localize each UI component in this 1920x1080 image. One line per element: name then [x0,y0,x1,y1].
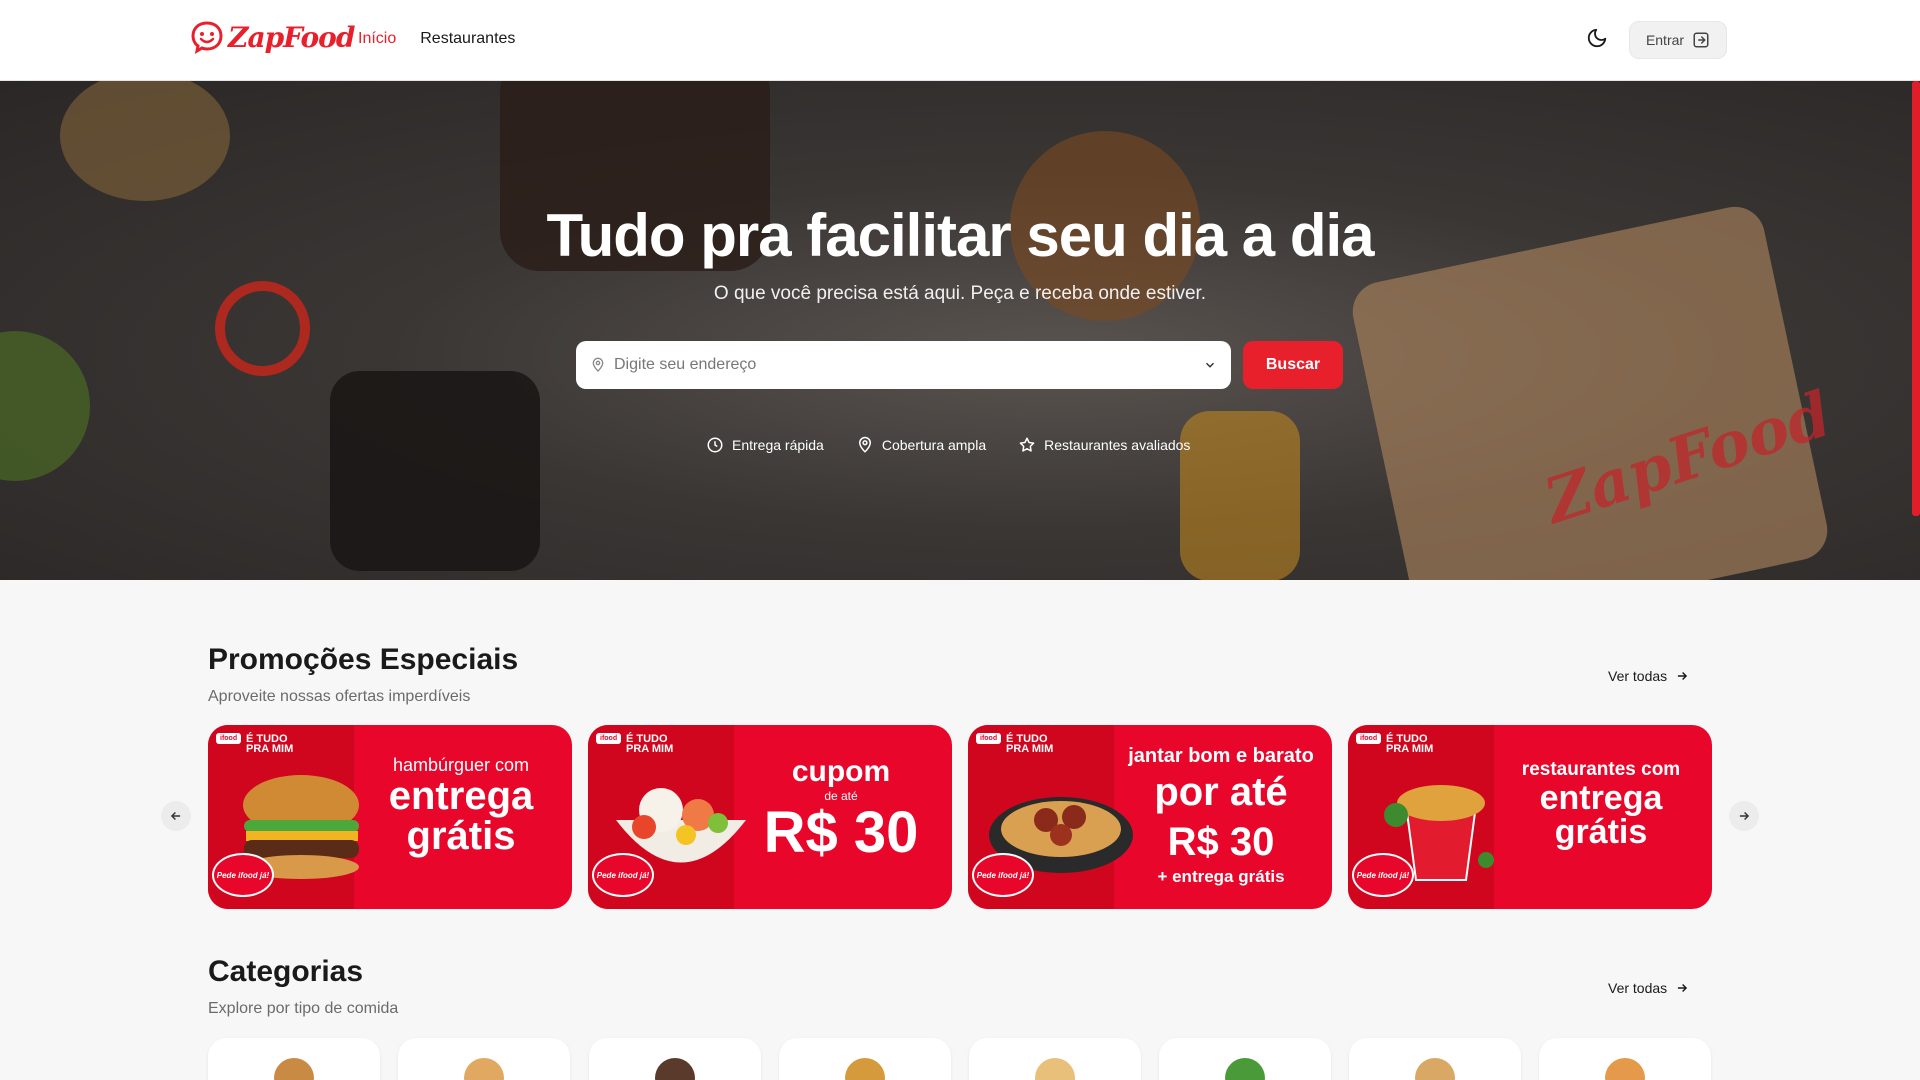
category-card[interactable] [779,1038,951,1080]
promo-line1: hambúrguer com [392,755,530,775]
promotions-title: Promoções Especiais [208,643,519,676]
avocado-decoration [0,331,90,481]
promo-text: restaurantes com entrega grátis [1506,759,1696,849]
categories-subtitle: Explore por tipo de comida [208,1000,399,1017]
see-all-label: Ver todas [1608,980,1668,996]
star-icon [1019,437,1035,452]
promotions-subtitle: Aproveite nossas ofertas imperdíveis [208,688,471,705]
arrow-right-icon [1678,671,1688,681]
chevron-down-icon[interactable] [1203,358,1217,372]
feature-fast-delivery: Entrega rápida [706,436,824,454]
category-image [464,1058,504,1080]
hero-subtitle: O que você precisa está aqui. Peça e rec… [713,283,1207,304]
feature-label: Entrega rápida [732,437,824,453]
category-image [1605,1058,1645,1080]
logo[interactable]: ZapFood [190,20,355,54]
promo-card-poke[interactable]: ifood É TUDO PRA MIM Pede ifood já! cupo… [588,725,952,909]
hero-title: Tudo pra facilitar seu dia a dia [546,202,1374,269]
see-all-label: Ver todas [1608,668,1668,684]
feature-label: Cobertura ampla [881,437,987,453]
map-pin-icon [592,357,604,372]
category-image [1225,1058,1265,1080]
category-image [274,1058,314,1080]
category-image [1415,1058,1455,1080]
promo-tag: É TUDO PRA MIM [1386,733,1434,755]
map-pin-icon [858,436,871,453]
sign-in-icon [1693,32,1709,48]
promo-line2: por até R$ 30 [1154,770,1288,864]
promo-line2: entrega [388,774,534,818]
categories-title: Categorias [208,955,364,988]
logo-text: ZapFood [228,20,355,54]
category-card[interactable] [1539,1038,1711,1080]
moon-icon [1587,28,1607,48]
category-card[interactable] [1159,1038,1331,1080]
promo-text: jantar bom e barato por até R$ 30 + entr… [1126,745,1316,887]
promo-card-noodles[interactable]: ifood É TUDO PRA MIM Pede ifood já! rest… [1348,725,1712,909]
nuts-bowl-decoration [60,81,230,201]
top-navbar: ZapFood Início Restaurantes Entrar [0,0,1920,81]
category-card[interactable] [589,1038,761,1080]
arrow-right-icon [1739,811,1750,821]
clock-icon [707,437,723,453]
categories-see-all-link[interactable]: Ver todas [1608,980,1689,996]
ifood-badge: ifood [596,733,622,744]
category-image [845,1058,885,1080]
promo-tag: É TUDO PRA MIM [246,733,294,755]
page-scrollbar[interactable] [1912,81,1920,516]
ifood-badge: ifood [216,733,242,744]
category-card[interactable] [398,1038,570,1080]
carousel-next-button[interactable] [1729,801,1759,831]
address-search-field[interactable] [576,341,1231,389]
food-box-decoration [330,371,540,571]
pede-ifood-stamp: Pede ifood já! [212,853,274,897]
nav-link-restaurantes[interactable]: Restaurantes [420,30,515,48]
promo-tag: É TUDO PRA MIM [626,733,674,755]
pede-ifood-stamp: Pede ifood já! [1352,853,1414,897]
promo-line1: cupom [791,755,891,788]
hero-features: Entrega rápida Cobertura ampla Restauran… [706,436,1190,454]
login-label: Entrar [1645,32,1685,48]
theme-toggle-button[interactable] [1586,27,1612,53]
juice-decoration [1180,411,1300,580]
arrow-right-icon [1678,983,1688,993]
main-nav: Início Restaurantes [358,30,515,48]
pede-ifood-stamp: Pede ifood já! [972,853,1034,897]
promo-text: cupom de até R$ 30 [746,755,936,863]
arrow-left-icon [170,811,181,821]
pede-ifood-stamp: Pede ifood já! [592,853,654,897]
promo-line2: entrega [1539,779,1663,817]
promo-line3: + entrega grátis [1157,867,1285,886]
promotions-see-all-link[interactable]: Ver todas [1608,668,1689,684]
category-card[interactable] [969,1038,1141,1080]
nav-link-inicio[interactable]: Início [358,30,396,48]
promo-line3: R$ 30 [763,800,919,865]
promo-text: hambúrguer com entrega grátis [366,755,556,856]
carousel-prev-button[interactable] [161,801,191,831]
category-image [1035,1058,1075,1080]
promo-tag: É TUDO PRA MIM [1006,733,1054,755]
login-button[interactable]: Entrar [1629,21,1727,59]
promo-line1: restaurantes com [1521,759,1681,780]
category-card[interactable] [1349,1038,1521,1080]
ifood-badge: ifood [976,733,1002,744]
promo-card-burger[interactable]: ifood É TUDO PRA MIM Pede ifood já! hamb… [208,725,572,909]
feature-label: Restaurantes avaliados [1044,437,1191,453]
category-image [655,1058,695,1080]
promo-card-pasta[interactable]: ifood É TUDO PRA MIM Pede ifood já! jant… [968,725,1332,909]
promo-line1: jantar bom e barato [1128,745,1314,767]
hero-banner: ZapFood Tudo pra facilitar seu dia a dia… [0,81,1920,580]
promo-line3: grátis [406,814,516,858]
address-input[interactable] [614,356,1195,374]
smiley-logo-icon [191,21,223,54]
feature-rated-restaurants: Restaurantes avaliados [1018,436,1190,454]
search-button[interactable]: Buscar [1243,341,1343,389]
feature-coverage: Cobertura ampla [856,436,986,454]
promo-line3: grátis [1554,813,1648,851]
category-card[interactable] [208,1038,380,1080]
ifood-badge: ifood [1356,733,1382,744]
